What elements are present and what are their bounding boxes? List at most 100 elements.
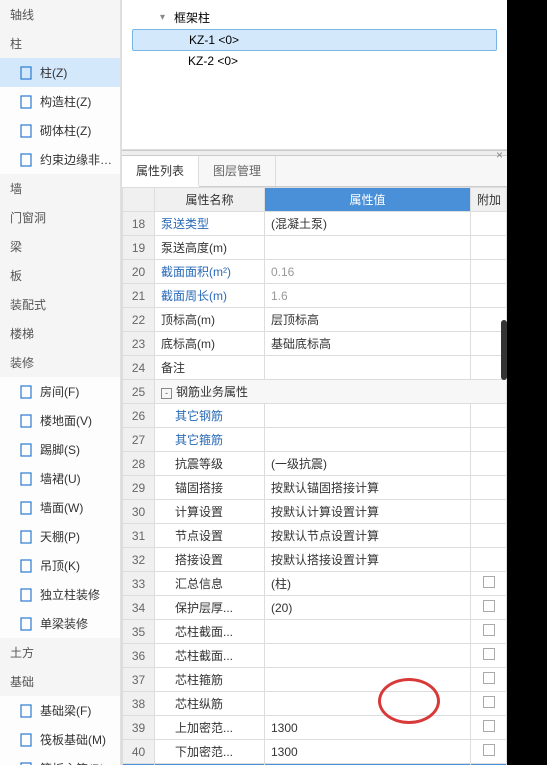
section-door-window[interactable]: 门窗洞 <box>0 203 120 232</box>
section-stair[interactable]: 楼梯 <box>0 319 120 348</box>
wall-surface-item[interactable]: 墙面(W) <box>0 493 120 522</box>
table-row[interactable]: 24备注 <box>123 356 507 380</box>
section-prefab[interactable]: 装配式 <box>0 290 120 319</box>
property-table-wrap: 属性名称 属性值 附加 18泵送类型(混凝土泵)19泵送高度(m)20截面面积(… <box>122 187 507 765</box>
table-row[interactable]: 36芯柱截面... <box>123 644 507 668</box>
floor-item[interactable]: 楼地面(V) <box>0 406 120 435</box>
sidebar-item-label: 墙面(W) <box>40 499 83 516</box>
sidebar-item-label: 约束边缘非… <box>40 151 112 168</box>
table-row[interactable]: 31节点设置按默认节点设置计算 <box>123 524 507 548</box>
foundation-beam-item[interactable]: 基础梁(F) <box>0 696 120 725</box>
table-row[interactable]: 27其它箍筋 <box>123 428 507 452</box>
checkbox[interactable] <box>483 696 495 708</box>
prop-value[interactable]: 1300 <box>271 721 298 735</box>
section-earthwork[interactable]: 土方 <box>0 638 120 667</box>
prop-value[interactable]: 按默认节点设置计算 <box>271 529 379 543</box>
checkbox[interactable] <box>483 720 495 732</box>
room-item[interactable]: 房间(F) <box>0 377 120 406</box>
column-finish-icon <box>18 587 34 603</box>
skirting-icon <box>18 442 34 458</box>
raft-foundation-item[interactable]: 筏板基础(M) <box>0 725 120 754</box>
constructive-column-item[interactable]: 构造柱(Z) <box>0 87 120 116</box>
ceiling-item[interactable]: 天棚(P) <box>0 522 120 551</box>
table-row[interactable]: 39上加密范...1300 <box>123 716 507 740</box>
prop-value[interactable]: 按默认锚固搭接计算 <box>271 481 379 495</box>
table-row[interactable]: 34保护层厚...(20) <box>123 596 507 620</box>
prop-value[interactable]: 1.6 <box>271 289 288 303</box>
prop-name: 芯柱截面... <box>161 625 233 639</box>
prop-name: 其它钢筋 <box>161 409 223 423</box>
prop-value[interactable]: 按默认计算设置计算 <box>271 505 379 519</box>
skirting-item[interactable]: 踢脚(S) <box>0 435 120 464</box>
tree-item[interactable]: KZ-1 <0> <box>132 29 497 51</box>
section-slab[interactable]: 板 <box>0 261 120 290</box>
prop-value[interactable]: 层顶标高 <box>271 313 319 327</box>
wall-surface-icon <box>18 500 34 516</box>
prop-value[interactable]: (一级抗震) <box>271 457 327 471</box>
table-row[interactable]: 29锚固搭接按默认锚固搭接计算 <box>123 476 507 500</box>
beam-finish-item[interactable]: 单梁装修 <box>0 609 120 638</box>
table-row[interactable]: 30计算设置按默认计算设置计算 <box>123 500 507 524</box>
edge-item[interactable]: 约束边缘非… <box>0 145 120 174</box>
prop-name: 上加密范... <box>161 721 233 735</box>
table-row[interactable]: 40下加密范...1300 <box>123 740 507 764</box>
section-axis[interactable]: 轴线 <box>0 0 120 29</box>
expand-btn[interactable]: - <box>161 388 172 399</box>
table-row[interactable]: 37芯柱箍筋 <box>123 668 507 692</box>
prop-value[interactable]: 1300 <box>271 745 298 759</box>
prop-name: 节点设置 <box>161 529 223 543</box>
masonry-column-item[interactable]: 砌体柱(Z) <box>0 116 120 145</box>
prop-name: 备注 <box>161 361 185 375</box>
prop-value[interactable]: (柱) <box>271 577 291 591</box>
table-row[interactable]: 33汇总信息(柱) <box>123 572 507 596</box>
beam-finish-icon <box>18 616 34 632</box>
checkbox[interactable] <box>483 624 495 636</box>
prop-value[interactable]: 按默认搭接设置计算 <box>271 553 379 567</box>
raft-main-item[interactable]: 筏板主筋(R) <box>0 754 120 765</box>
splitter[interactable]: × <box>122 150 507 156</box>
prop-value[interactable]: (混凝土泵) <box>271 217 327 231</box>
prop-name: 芯柱截面... <box>161 649 233 663</box>
table-row[interactable]: 23底标高(m)基础底标高 <box>123 332 507 356</box>
tab-layers[interactable]: 图层管理 <box>199 156 276 186</box>
suspended-ceiling-item[interactable]: 吊顶(K) <box>0 551 120 580</box>
sidebar-item-label: 独立柱装修 <box>40 586 100 603</box>
table-row[interactable]: 28抗震等级(一级抗震) <box>123 452 507 476</box>
property-table: 属性名称 属性值 附加 18泵送类型(混凝土泵)19泵送高度(m)20截面面积(… <box>122 187 507 765</box>
table-row[interactable]: 20截面面积(m²)0.16 <box>123 260 507 284</box>
prop-name: 其它箍筋 <box>161 433 223 447</box>
checkbox[interactable] <box>483 744 495 756</box>
checkbox[interactable] <box>483 576 495 588</box>
tree-item[interactable]: KZ-2 <0> <box>132 51 497 71</box>
table-row[interactable]: 32搭接设置按默认搭接设置计算 <box>123 548 507 572</box>
column-item[interactable]: 柱(Z) <box>0 58 120 87</box>
tab-properties[interactable]: 属性列表 <box>122 156 199 187</box>
close-icon[interactable]: × <box>496 148 503 162</box>
section-beam[interactable]: 梁 <box>0 232 120 261</box>
tree-root[interactable]: ▾ 框架柱 <box>132 6 497 29</box>
column-finish-item[interactable]: 独立柱装修 <box>0 580 120 609</box>
wainscot-item[interactable]: 墙裙(U) <box>0 464 120 493</box>
table-row[interactable]: 38芯柱纵筋 <box>123 692 507 716</box>
table-row[interactable]: 21截面周长(m)1.6 <box>123 284 507 308</box>
scroll-handle[interactable] <box>501 320 507 380</box>
table-row[interactable]: 22顶标高(m)层顶标高 <box>123 308 507 332</box>
section-wall[interactable]: 墙 <box>0 174 120 203</box>
prop-value[interactable]: 0.16 <box>271 265 294 279</box>
section-column[interactable]: 柱 <box>0 29 120 58</box>
section-finish[interactable]: 装修 <box>0 348 120 377</box>
section-foundation[interactable]: 基础 <box>0 667 120 696</box>
sidebar-item-label: 筏板基础(M) <box>40 731 106 748</box>
table-row[interactable]: 25-钢筋业务属性 <box>123 380 507 404</box>
left-sidebar: 轴线 柱 柱(Z)构造柱(Z)砌体柱(Z) 约束边缘非… 墙 门窗洞 梁 板 装配… <box>0 0 121 765</box>
prop-value[interactable]: (20) <box>271 601 292 615</box>
checkbox[interactable] <box>483 672 495 684</box>
prop-value[interactable]: 基础底标高 <box>271 337 331 351</box>
sidebar-item-label: 楼地面(V) <box>40 412 92 429</box>
table-row[interactable]: 26其它钢筋 <box>123 404 507 428</box>
checkbox[interactable] <box>483 648 495 660</box>
table-row[interactable]: 19泵送高度(m) <box>123 236 507 260</box>
table-row[interactable]: 18泵送类型(混凝土泵) <box>123 212 507 236</box>
checkbox[interactable] <box>483 600 495 612</box>
table-row[interactable]: 35芯柱截面... <box>123 620 507 644</box>
